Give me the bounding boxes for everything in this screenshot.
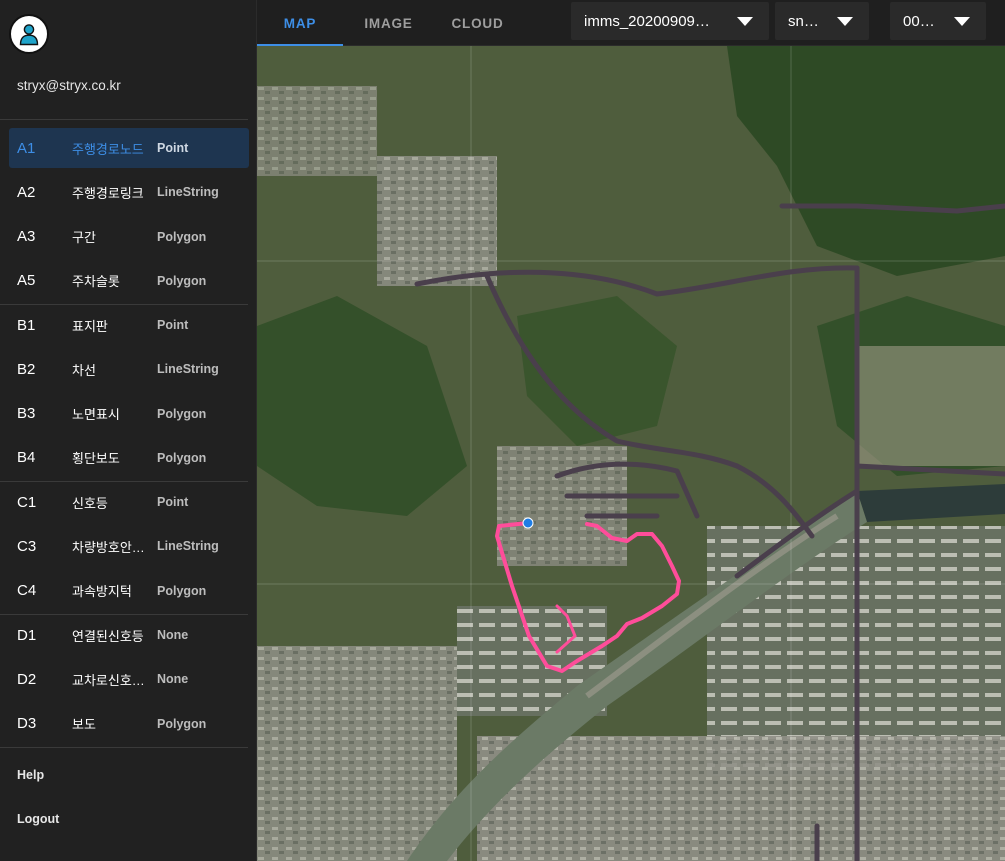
caret-down-icon bbox=[737, 17, 753, 26]
urban-area bbox=[477, 736, 1005, 861]
tab-cloud[interactable]: CLOUD bbox=[435, 0, 520, 46]
dataset-select-value: imms_20200909… bbox=[584, 12, 710, 30]
urban-area bbox=[257, 646, 457, 861]
layer-geometry-type: Polygon bbox=[157, 583, 207, 598]
layer-item-a1[interactable]: A1 주행경로노드 Point bbox=[9, 128, 249, 168]
layer-geometry-type: None bbox=[157, 672, 189, 687]
tab-image[interactable]: IMAGE bbox=[347, 0, 430, 46]
tab-label: CLOUD bbox=[451, 15, 504, 31]
layer-item-d1[interactable]: D1 연결된신호등 None bbox=[9, 615, 249, 655]
app-root: stryx@stryx.co.kr A1 주행경로노드 Point A2 주행경로링크 L… bbox=[0, 0, 1005, 861]
construction-site bbox=[857, 346, 1005, 466]
tab-label: MAP bbox=[283, 15, 317, 31]
layer-item-b1[interactable]: B1 표지판 Point bbox=[9, 305, 249, 345]
layer-code: A3 bbox=[17, 228, 36, 246]
urban-area bbox=[257, 86, 377, 176]
layer-name: 노면표시 bbox=[72, 407, 120, 423]
layer-code: B3 bbox=[17, 405, 36, 423]
index-select[interactable]: 000… bbox=[890, 2, 986, 40]
user-email: stryx@stryx.co.kr bbox=[17, 78, 121, 93]
divider bbox=[0, 747, 248, 748]
layer-item-d3[interactable]: D3 보도 Polygon bbox=[9, 704, 249, 744]
layer-code: B2 bbox=[17, 360, 36, 378]
layer-code: C4 bbox=[17, 582, 37, 600]
layer-geometry-type: LineString bbox=[157, 539, 219, 554]
snapshot-select[interactable]: sna… bbox=[775, 2, 869, 40]
dataset-select[interactable]: imms_20200909… bbox=[571, 2, 769, 40]
layer-item-c4[interactable]: C4 과속방지턱 Polygon bbox=[9, 571, 249, 611]
snapshot-select-value: sna… bbox=[788, 12, 825, 30]
layer-geometry-type: Polygon bbox=[157, 716, 207, 731]
logout-link[interactable]: Logout bbox=[17, 812, 59, 826]
layer-geometry-type: Polygon bbox=[157, 406, 207, 421]
tab-label: IMAGE bbox=[364, 15, 413, 31]
layer-code: A1 bbox=[17, 139, 36, 157]
layer-code: A2 bbox=[17, 183, 36, 201]
layer-item-c3[interactable]: C3 차량방호안… LineString bbox=[9, 526, 249, 566]
index-select-value: 000… bbox=[903, 12, 940, 30]
layer-item-d2[interactable]: D2 교차로신호… None bbox=[9, 659, 249, 699]
layer-code: C1 bbox=[17, 493, 37, 511]
layer-code: B4 bbox=[17, 449, 36, 467]
layer-code: B1 bbox=[17, 316, 36, 334]
layer-name: 주행경로링크 bbox=[72, 185, 144, 201]
caret-down-icon bbox=[837, 17, 853, 26]
layer-name: 표지판 bbox=[72, 318, 108, 334]
top-bar: MAP IMAGE CLOUD imms_20200909… sna… 000… bbox=[257, 0, 1005, 46]
map-view[interactable] bbox=[257, 46, 1005, 861]
layer-geometry-type: Point bbox=[157, 318, 189, 332]
layer-name: 차선 bbox=[72, 362, 96, 378]
layer-geometry-type: None bbox=[157, 628, 189, 642]
urban-area bbox=[377, 156, 497, 286]
position-marker[interactable] bbox=[522, 517, 534, 529]
layer-code: C3 bbox=[17, 537, 37, 555]
layer-item-a5[interactable]: A5 주차슬롯 Polygon bbox=[9, 261, 249, 301]
layer-code: D3 bbox=[17, 715, 37, 733]
layer-geometry-type: Polygon bbox=[157, 450, 207, 465]
layer-geometry-type: Point bbox=[157, 495, 189, 509]
layer-item-b4[interactable]: B4 횡단보도 Polygon bbox=[9, 438, 249, 478]
layer-name: 교차로신호… bbox=[72, 672, 145, 688]
layer-code: D1 bbox=[17, 626, 37, 644]
satellite-map[interactable] bbox=[257, 46, 1005, 861]
layer-geometry-type: Polygon bbox=[157, 273, 207, 288]
layer-name: 횡단보도 bbox=[72, 451, 120, 467]
layer-geometry-type: LineString bbox=[157, 185, 219, 200]
caret-down-icon bbox=[954, 17, 970, 26]
tab-map[interactable]: MAP bbox=[257, 0, 343, 46]
layer-name: 연결된신호등 bbox=[72, 628, 144, 644]
layer-name: 보도 bbox=[72, 717, 96, 733]
layer-geometry-type: Polygon bbox=[157, 229, 207, 244]
sidebar: stryx@stryx.co.kr A1 주행경로노드 Point A2 주행경로링크 L… bbox=[0, 0, 257, 861]
layer-item-a2[interactable]: A2 주행경로링크 LineString bbox=[9, 172, 249, 212]
layer-name: 주행경로노드 bbox=[72, 141, 144, 157]
help-link[interactable]: Help bbox=[17, 768, 44, 782]
layer-name: 차량방호안… bbox=[72, 539, 145, 555]
layer-item-b2[interactable]: B2 차선 LineString bbox=[9, 349, 249, 389]
layer-code: D2 bbox=[17, 670, 37, 688]
divider bbox=[0, 119, 248, 120]
layer-code: A5 bbox=[17, 272, 36, 290]
layer-geometry-type: Point bbox=[157, 141, 189, 155]
layer-item-c1[interactable]: C1 신호등 Point bbox=[9, 482, 249, 522]
layer-name: 신호등 bbox=[72, 495, 108, 511]
layer-geometry-type: LineString bbox=[157, 362, 219, 377]
layer-item-a3[interactable]: A3 구간 Polygon bbox=[9, 217, 249, 257]
person-icon bbox=[19, 24, 39, 46]
layer-name: 구간 bbox=[72, 230, 96, 246]
user-avatar-icon[interactable] bbox=[9, 14, 49, 54]
layer-name: 과속방지턱 bbox=[72, 584, 132, 600]
layer-item-b3[interactable]: B3 노면표시 Polygon bbox=[9, 394, 249, 434]
layer-name: 주차슬롯 bbox=[72, 274, 120, 290]
